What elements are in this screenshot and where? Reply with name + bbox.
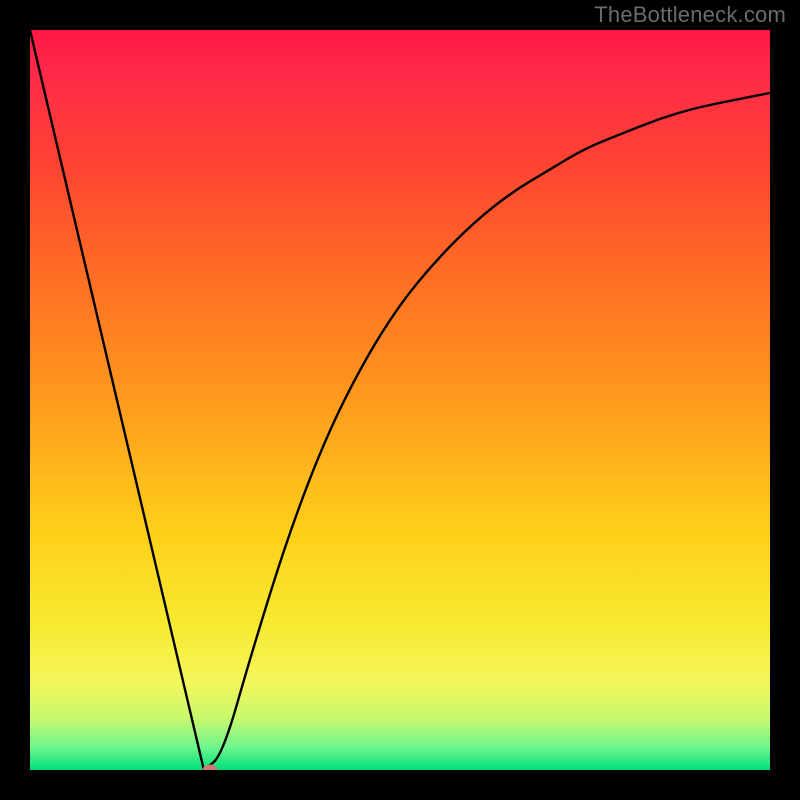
watermark-text: TheBottleneck.com	[594, 2, 786, 28]
bottleneck-curve	[30, 30, 770, 770]
chart-container: TheBottleneck.com	[0, 0, 800, 800]
plot-area	[30, 30, 770, 770]
optimal-point-marker	[202, 765, 217, 771]
